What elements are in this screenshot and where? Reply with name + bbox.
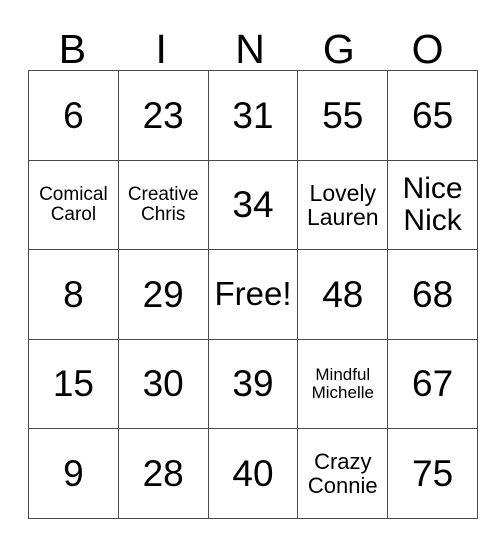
bingo-cell-text: 6: [63, 94, 84, 136]
bingo-cell[interactable]: 55: [297, 70, 389, 161]
bingo-cell-text: Free!: [214, 275, 292, 312]
bingo-cell[interactable]: 9: [28, 428, 119, 519]
bingo-cell[interactable]: 8: [28, 249, 119, 340]
bingo-row: 9 28 40 Crazy Connie 75: [28, 428, 478, 519]
bingo-cell-text: 29: [142, 273, 184, 315]
bingo-card: B I N G O 6 23 31 55 65 Comical Carol Cr…: [28, 14, 478, 519]
bingo-cell[interactable]: 40: [207, 428, 299, 519]
bingo-cell[interactable]: 31: [207, 70, 299, 161]
bingo-row: 15 30 39 Mindful Michelle 67: [28, 338, 478, 430]
bingo-header-letter-b: B: [58, 26, 87, 73]
bingo-cell-text: 15: [52, 363, 94, 405]
bingo-grid: 6 23 31 55 65 Comical Carol Creative Chr…: [28, 70, 478, 519]
bingo-cell[interactable]: 39: [207, 338, 299, 430]
bingo-header-letter-o: O: [411, 26, 444, 73]
bingo-cell[interactable]: Creative Chris: [117, 159, 209, 251]
bingo-cell-text: 23: [142, 94, 184, 136]
bingo-header-letter-n: N: [235, 26, 265, 73]
bingo-cell-text: Mindful Michelle: [311, 365, 374, 403]
bingo-cell[interactable]: 67: [387, 338, 478, 430]
bingo-cell-text: Creative Chris: [127, 183, 199, 225]
bingo-cell-text: 48: [322, 273, 364, 315]
bingo-cell[interactable]: 65: [387, 70, 478, 161]
bingo-cell[interactable]: 23: [117, 70, 209, 161]
bingo-cell[interactable]: 29: [117, 249, 209, 340]
bingo-cell[interactable]: 6: [28, 70, 119, 161]
bingo-cell[interactable]: Comical Carol: [28, 159, 119, 251]
bingo-row: 8 29 Free! 48 68: [28, 249, 478, 340]
bingo-cell-text: Lovely Lauren: [306, 179, 379, 230]
bingo-row: Comical Carol Creative Chris 34 Lovely L…: [28, 159, 478, 251]
bingo-header-letter-g: G: [322, 26, 355, 73]
bingo-cell[interactable]: 30: [117, 338, 209, 430]
bingo-cell[interactable]: Crazy Connie: [297, 428, 389, 519]
bingo-cell[interactable]: 15: [28, 338, 119, 430]
bingo-cell[interactable]: Mindful Michelle: [297, 338, 389, 430]
bingo-cell-text: 31: [232, 94, 274, 136]
bingo-cell-text: 68: [412, 273, 454, 315]
bingo-cell[interactable]: 34: [207, 159, 299, 251]
bingo-cell-text: 65: [412, 94, 454, 136]
bingo-cell[interactable]: 75: [387, 428, 478, 519]
bingo-cell-text: Nice Nick: [402, 172, 463, 237]
bingo-cell-text: 75: [412, 453, 454, 495]
bingo-header-row: B I N G O: [28, 14, 472, 70]
bingo-cell-text: 55: [322, 94, 364, 136]
bingo-cell[interactable]: 68: [387, 249, 478, 340]
bingo-cell[interactable]: 48: [297, 249, 389, 340]
bingo-cell[interactable]: 28: [117, 428, 209, 519]
bingo-cell-text: 8: [63, 273, 84, 315]
bingo-cell[interactable]: Lovely Lauren: [297, 159, 389, 251]
bingo-header-letter-i: I: [155, 26, 167, 73]
bingo-cell-text: 28: [142, 453, 184, 495]
bingo-cell-text: Comical Carol: [39, 183, 108, 225]
bingo-cell-free[interactable]: Free!: [207, 249, 299, 340]
bingo-cell-text: 30: [142, 363, 184, 405]
bingo-cell-text: 39: [232, 363, 274, 405]
bingo-cell-text: 67: [412, 363, 454, 405]
bingo-cell-text: Crazy Connie: [307, 449, 378, 498]
bingo-row: 6 23 31 55 65: [28, 70, 478, 161]
bingo-cell[interactable]: Nice Nick: [387, 159, 478, 251]
bingo-cell-text: 9: [63, 453, 84, 495]
bingo-cell-text: 40: [232, 453, 274, 495]
bingo-cell-text: 34: [232, 184, 274, 226]
